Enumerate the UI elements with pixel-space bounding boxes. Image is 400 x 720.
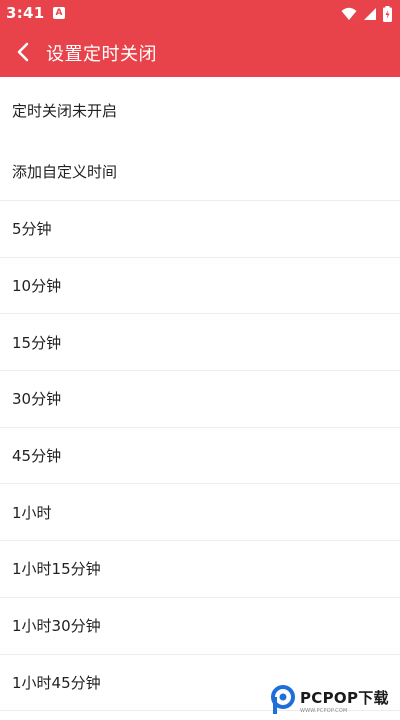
watermark: PCPOP下载 WWW.PCPOP.COM bbox=[270, 684, 396, 716]
timer-option-1h30min[interactable]: 1小时30分钟 bbox=[0, 598, 400, 655]
watermark-sub: WWW.PCPOP.COM bbox=[300, 707, 348, 714]
timer-option-label: 1小时 bbox=[12, 503, 52, 522]
timer-option-15min[interactable]: 15分钟 bbox=[0, 314, 400, 372]
status-bar: 3:41 A bbox=[0, 0, 400, 27]
timer-option-list: 定时关闭未开启 添加自定义时间 5分钟 10分钟 15分钟 30分钟 45分钟 … bbox=[0, 77, 400, 712]
timer-option-label: 15分钟 bbox=[12, 333, 62, 352]
notification-icon: A bbox=[53, 7, 65, 19]
back-button[interactable] bbox=[8, 37, 38, 67]
chevron-left-icon bbox=[17, 42, 29, 62]
timer-option-label: 10分钟 bbox=[12, 277, 62, 296]
battery-icon bbox=[383, 5, 392, 22]
timer-option-label: 1小时30分钟 bbox=[12, 617, 101, 636]
wifi-icon bbox=[341, 7, 357, 20]
status-time: 3:41 bbox=[6, 4, 45, 22]
timer-option-45min[interactable]: 45分钟 bbox=[0, 428, 400, 485]
timer-option-10min[interactable]: 10分钟 bbox=[0, 258, 400, 315]
timer-option-label: 30分钟 bbox=[12, 390, 62, 409]
timer-option-5min[interactable]: 5分钟 bbox=[0, 201, 400, 258]
page-title: 设置定时关闭 bbox=[46, 44, 157, 65]
timer-option-1h[interactable]: 1小时 bbox=[0, 484, 400, 542]
signal-icon bbox=[364, 7, 376, 20]
pcpop-logo-icon bbox=[271, 685, 295, 714]
timer-option-label: 1小时45分钟 bbox=[12, 673, 101, 692]
watermark-brand: PCPOP下载 bbox=[300, 688, 389, 707]
timer-option-off[interactable]: 定时关闭未开启 bbox=[0, 77, 400, 143]
app-bar: 设置定时关闭 bbox=[0, 27, 400, 77]
timer-option-1h15min[interactable]: 1小时15分钟 bbox=[0, 541, 400, 598]
status-icons bbox=[341, 5, 392, 22]
timer-option-label: 45分钟 bbox=[12, 447, 62, 466]
timer-option-label: 添加自定义时间 bbox=[12, 163, 118, 181]
timer-option-label: 定时关闭未开启 bbox=[12, 101, 118, 120]
timer-option-custom[interactable]: 添加自定义时间 bbox=[0, 143, 400, 201]
timer-option-label: 5分钟 bbox=[12, 220, 52, 239]
timer-option-30min[interactable]: 30分钟 bbox=[0, 371, 400, 428]
timer-option-label: 1小时15分钟 bbox=[12, 560, 101, 579]
